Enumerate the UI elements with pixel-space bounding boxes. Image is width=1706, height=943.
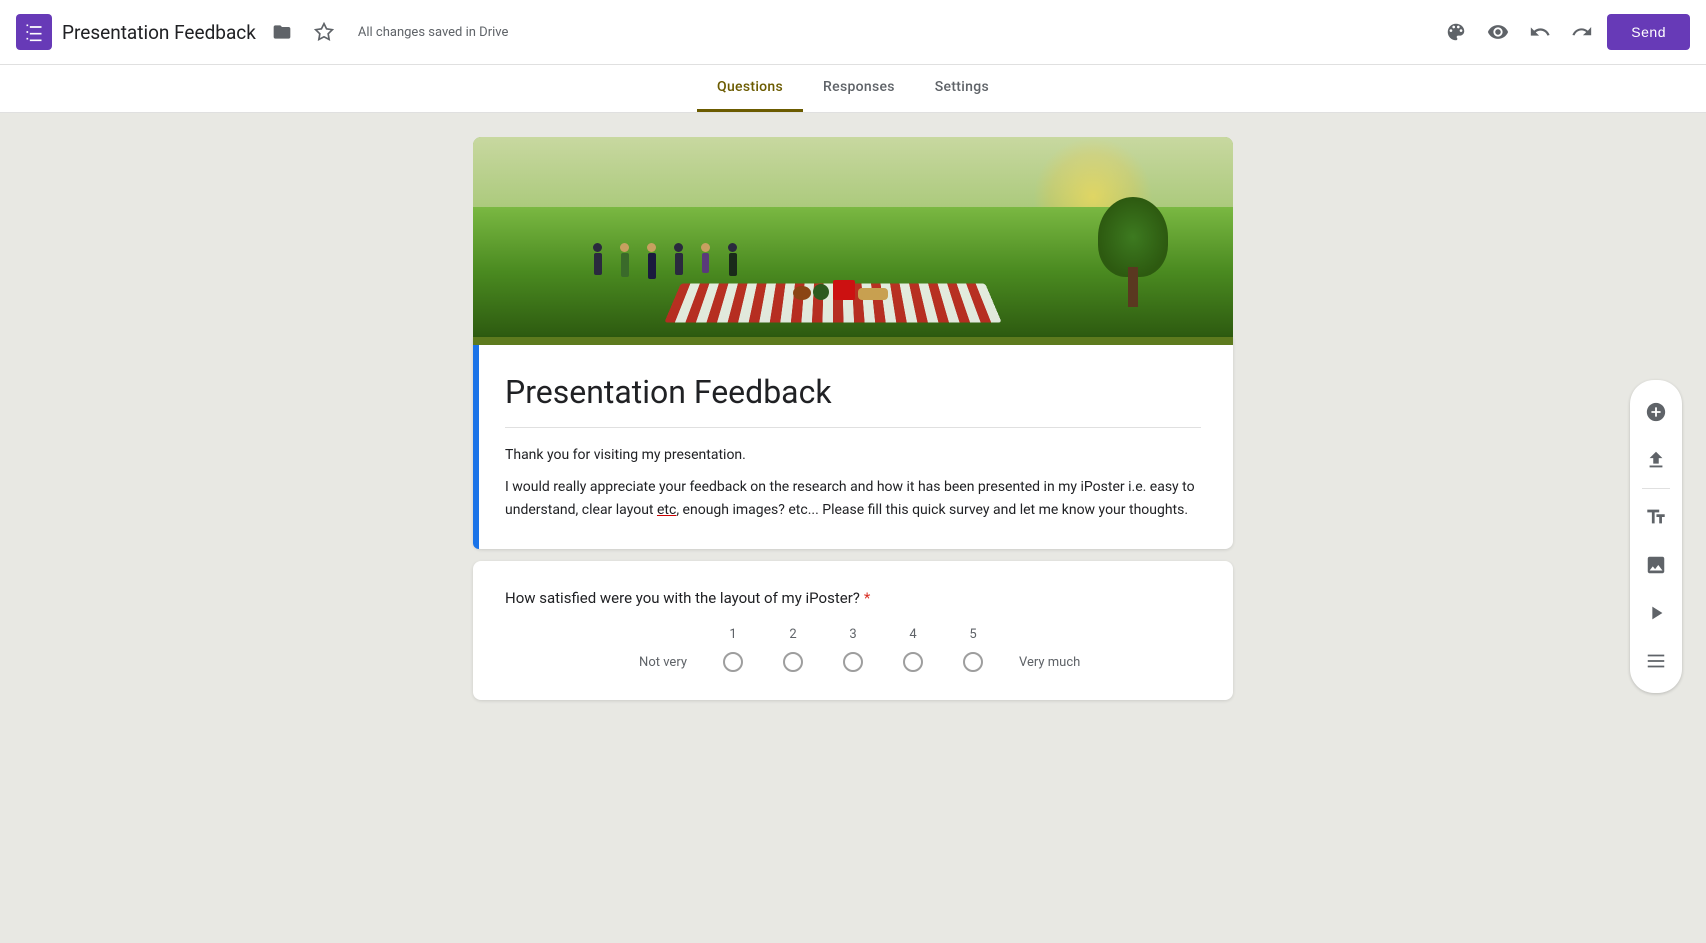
basket (793, 286, 811, 300)
tree-foliage (1098, 197, 1168, 277)
radio-1[interactable] (703, 652, 763, 672)
header-right: Send (1439, 14, 1690, 50)
redo-button[interactable] (1565, 15, 1599, 49)
app-title: Presentation Feedback (62, 21, 256, 44)
right-sidebar (1630, 380, 1682, 693)
form-description-1: Thank you for visiting my presentation. (505, 444, 1201, 466)
rating-numbers-row: 1 2 3 4 5 (505, 627, 1201, 642)
required-star: * (864, 589, 870, 607)
radio-circle-5[interactable] (963, 652, 983, 672)
form-description-2: I would really appreciate your feedback … (505, 476, 1201, 521)
form-container: Presentation Feedback Thank you for visi… (473, 137, 1233, 712)
label-left: Not very (623, 655, 703, 670)
rating-num-1: 1 (703, 627, 763, 642)
form-title-card: Presentation Feedback Thank you for visi… (473, 337, 1233, 549)
question-card-1: How satisfied were you with the layout o… (473, 561, 1233, 700)
rating-num-5: 5 (943, 627, 1003, 642)
scene-tree (1093, 187, 1173, 307)
radio-3[interactable] (823, 652, 883, 672)
rating-scale: 1 2 3 4 5 Not very Very much (505, 627, 1201, 672)
person-head (701, 243, 710, 252)
question-1-label: How satisfied were you with the layout o… (505, 589, 860, 607)
bread (858, 288, 888, 300)
person-body (648, 253, 656, 279)
picnic-area (673, 267, 1023, 322)
label-right: Very much (1003, 655, 1083, 670)
import-questions-button[interactable] (1634, 438, 1678, 482)
add-section-button[interactable] (1634, 639, 1678, 683)
sidebar-divider-1 (1642, 488, 1670, 489)
app-header: Presentation Feedback All changes saved … (0, 0, 1706, 65)
tab-settings[interactable]: Settings (915, 65, 1009, 112)
radio-2[interactable] (763, 652, 823, 672)
person-head (674, 243, 683, 252)
person-head (647, 243, 656, 252)
radio-circle-2[interactable] (783, 652, 803, 672)
tab-responses[interactable]: Responses (803, 65, 915, 112)
rating-num-2: 2 (763, 627, 823, 642)
desc2-suffix: , enough images? etc... Please fill this… (676, 502, 1188, 518)
main-content: Presentation Feedback Thank you for visi… (0, 113, 1706, 736)
person-1 (593, 243, 602, 279)
desc2-underline: etc (657, 502, 676, 518)
folder-button[interactable] (266, 16, 298, 48)
person-head (620, 243, 629, 252)
hero-image-inner (473, 137, 1233, 337)
undo-button[interactable] (1523, 15, 1557, 49)
rating-num-4: 4 (883, 627, 943, 642)
send-button[interactable]: Send (1607, 14, 1690, 50)
palette-button[interactable] (1439, 15, 1473, 49)
bottle (813, 284, 829, 300)
person-head (728, 243, 737, 252)
person-body (621, 253, 629, 277)
person-body (594, 253, 602, 275)
radio-4[interactable] (883, 652, 943, 672)
person-head (593, 243, 602, 252)
saved-status: All changes saved in Drive (358, 25, 509, 40)
tabs-nav: Questions Responses Settings (0, 65, 1706, 113)
form-title: Presentation Feedback (505, 373, 1201, 411)
radio-circle-1[interactable] (723, 652, 743, 672)
radio-circle-3[interactable] (843, 652, 863, 672)
rating-radio-row: Not very Very much (505, 652, 1201, 672)
tab-questions[interactable]: Questions (697, 65, 803, 112)
hero-image (473, 137, 1233, 337)
form-divider (505, 427, 1201, 428)
add-image-button[interactable] (1634, 543, 1678, 587)
star-button[interactable] (308, 16, 340, 48)
person-2 (620, 243, 629, 279)
app-icon (16, 14, 52, 50)
radio-circle-4[interactable] (903, 652, 923, 672)
red-container (833, 280, 855, 300)
add-title-button[interactable] (1634, 495, 1678, 539)
tree-trunk (1128, 267, 1138, 307)
person-3 (647, 243, 656, 279)
add-video-button[interactable] (1634, 591, 1678, 635)
radio-5[interactable] (943, 652, 1003, 672)
rating-num-3: 3 (823, 627, 883, 642)
question-1-text: How satisfied were you with the layout o… (505, 589, 1201, 607)
add-question-button[interactable] (1634, 390, 1678, 434)
header-left: Presentation Feedback All changes saved … (16, 14, 1439, 50)
preview-button[interactable] (1481, 15, 1515, 49)
